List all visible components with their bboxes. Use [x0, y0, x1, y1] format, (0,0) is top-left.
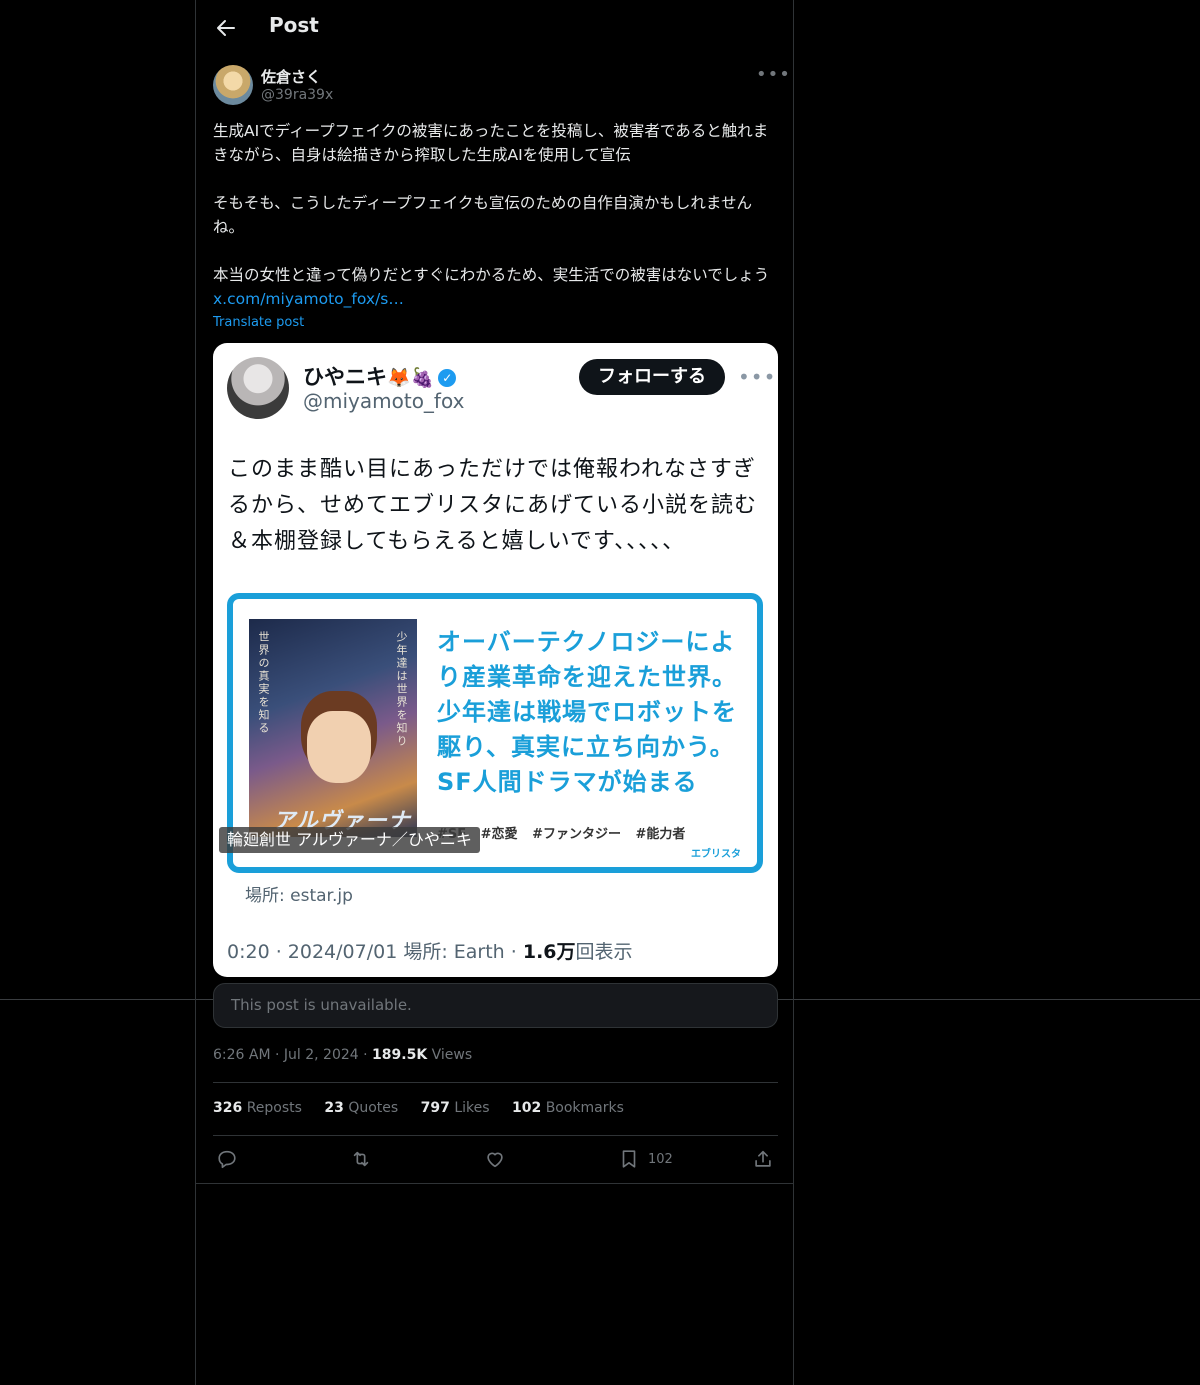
more-icon[interactable]: •••	[756, 64, 791, 85]
post-text: 生成AIでディープフェイクの被害にあったことを投稿し、被害者であると触れまきなが…	[213, 119, 778, 311]
header: Post	[196, 0, 795, 54]
ad-side-text: 少年達は世界を知り	[395, 631, 408, 748]
divider	[213, 1082, 778, 1083]
quoted-more-icon: •••	[738, 365, 777, 389]
post-paragraph: 生成AIでディープフェイクの被害にあったことを投稿し、被害者であると触れまきなが…	[213, 122, 769, 164]
post-date[interactable]: Jul 2, 2024	[284, 1047, 359, 1063]
repost-icon[interactable]	[350, 1148, 372, 1172]
ad-headline: オーバーテクノロジーにより産業革命を迎えた世界。少年達は戦場でロボットを駆り、真…	[437, 628, 737, 796]
follow-button: フォローする	[579, 359, 725, 395]
engagement-stats: 326 Reposts 23 Quotes 797 Likes 102 Book…	[213, 1100, 642, 1116]
bookmark-icon[interactable]: 102	[618, 1148, 673, 1172]
quoted-image[interactable]: ひやニキ🦊🍇 ✓ @miyamoto_fox フォローする ••• このまま酷い目…	[213, 343, 778, 977]
quoted-text: このまま酷い目にあっただけでは俺報われなさすぎるから、せめてエブリスタにあげてい…	[228, 457, 758, 554]
post-time[interactable]: 6:26 AM	[213, 1047, 271, 1063]
verified-badge-icon: ✓	[438, 369, 457, 387]
unavailable-notice: This post is unavailable.	[213, 983, 778, 1028]
page-title: Post	[269, 13, 319, 37]
quoted-meta: 0:20 · 2024/07/01 場所: Earth · 1.6万回表示	[227, 941, 633, 963]
translate-post-link[interactable]: Translate post	[213, 315, 304, 330]
ad-caption: 輪廻創世 アルヴァーナ／ひやニキ	[219, 827, 480, 853]
ad-character	[307, 711, 371, 783]
quoted-emoji: 🦊🍇	[387, 367, 435, 389]
share-icon[interactable]	[752, 1148, 774, 1172]
reposts-stat[interactable]: 326 Reposts	[213, 1100, 302, 1116]
likes-stat[interactable]: 797 Likes	[421, 1100, 490, 1116]
post-paragraph: 本当の女性と違って偽りだとすぐにわかるため、実生活での被害はないでしょう	[213, 266, 770, 284]
quoted-avatar	[227, 357, 289, 419]
ad-side-text: 世界の真実を知る	[257, 631, 270, 735]
post-link[interactable]: x.com/miyamoto_fox/s…	[213, 290, 404, 308]
post-meta: 6:26 AM · Jul 2, 2024 · 189.5K Views	[213, 1047, 473, 1063]
back-arrow-icon[interactable]	[214, 16, 238, 40]
post-paragraph: そもそも、こうしたディープフェイクも宣伝のための自作自演かもしれませんね。	[213, 194, 752, 236]
author-handle[interactable]: @39ra39x	[261, 87, 333, 103]
views-label: Views	[431, 1047, 473, 1063]
like-icon[interactable]	[484, 1148, 506, 1172]
reply-icon[interactable]	[216, 1148, 238, 1172]
quoted-handle: @miyamoto_fox	[303, 389, 465, 413]
bookmarks-stat[interactable]: 102 Bookmarks	[512, 1100, 624, 1116]
bottom-divider	[195, 1183, 794, 1184]
bookmark-count: 102	[648, 1152, 673, 1167]
quoted-name: ひやニキ🦊🍇 ✓	[303, 361, 457, 391]
ad-artwork: 世界の真実を知る 少年達は世界を知り アルヴァーナ	[249, 619, 417, 837]
views-count: 189.5K	[372, 1047, 428, 1063]
quoted-domain: 場所: estar.jp	[245, 886, 353, 906]
post-column: Post 佐倉さく @39ra39x ••• 生成AIでディープフェイクの被害に…	[195, 0, 794, 1385]
ad-brand: エブリスタ	[691, 849, 741, 860]
avatar[interactable]	[213, 65, 253, 105]
quotes-stat[interactable]: 23 Quotes	[324, 1100, 398, 1116]
author-name[interactable]: 佐倉さく	[261, 66, 321, 87]
divider	[213, 1135, 778, 1136]
